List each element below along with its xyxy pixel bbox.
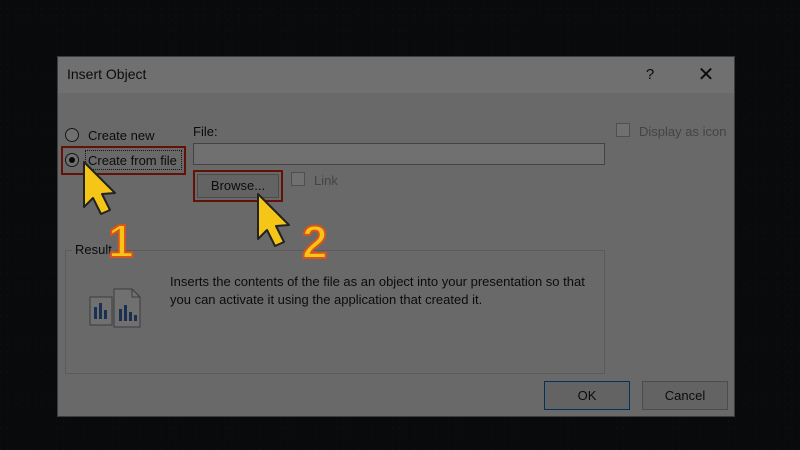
- title-bar: Insert Object ? ✕: [58, 57, 734, 93]
- help-button[interactable]: ?: [640, 64, 660, 86]
- insert-object-dialog: Insert Object ? ✕ Create new Create from…: [57, 56, 735, 417]
- file-path-input[interactable]: [193, 143, 605, 165]
- cancel-button[interactable]: Cancel: [642, 381, 728, 410]
- display-as-icon-checkbox[interactable]: [616, 123, 630, 137]
- ok-button[interactable]: OK: [544, 381, 630, 410]
- close-button[interactable]: ✕: [694, 63, 718, 87]
- display-as-icon-label: Display as icon: [639, 124, 727, 139]
- link-label: Link: [314, 173, 338, 188]
- link-checkbox[interactable]: [291, 172, 305, 186]
- dialog-title: Insert Object: [67, 66, 147, 82]
- create-new-radio[interactable]: [65, 128, 79, 142]
- file-label: File:: [193, 124, 218, 139]
- result-label: Result: [72, 242, 115, 257]
- browse-button-highlight: [193, 170, 283, 202]
- screen: Insert Object ? ✕ Create new Create from…: [0, 0, 800, 450]
- result-groupbox: [65, 250, 605, 374]
- object-file-icon: [89, 288, 141, 328]
- create-from-file-highlight: [61, 146, 186, 175]
- result-description: Inserts the contents of the file as an o…: [170, 274, 585, 307]
- create-new-label[interactable]: Create new: [88, 128, 154, 143]
